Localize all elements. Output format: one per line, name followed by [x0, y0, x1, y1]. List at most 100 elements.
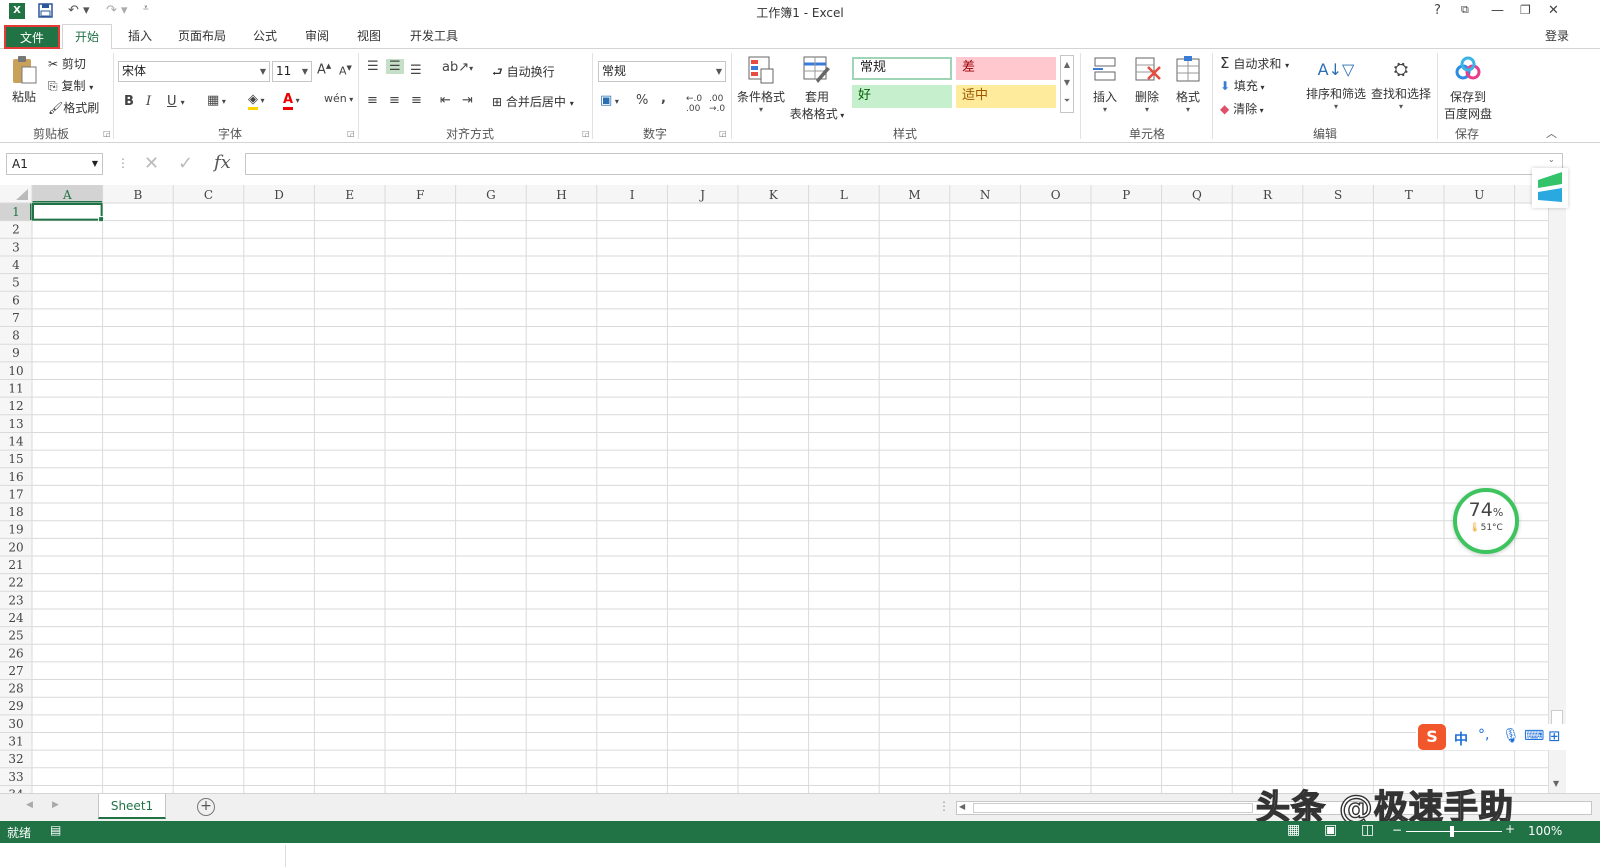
formula-input[interactable]	[245, 153, 1563, 175]
font-launcher-icon[interactable]: ◲	[347, 129, 355, 138]
row-header[interactable]: 24	[8, 611, 24, 625]
align-bottom-icon[interactable]: ☰	[410, 63, 422, 78]
column-header[interactable]: M	[908, 188, 920, 202]
row-header[interactable]: 23	[8, 593, 23, 607]
horizontal-scroll-thumb[interactable]	[973, 803, 1253, 813]
vertical-scrollbar[interactable]: ▼	[1548, 185, 1566, 793]
row-header[interactable]: 15	[8, 452, 23, 466]
column-header[interactable]: K	[769, 188, 779, 202]
font-color-icon[interactable]: A ▾	[283, 92, 300, 110]
decrease-indent-icon[interactable]: ⇤	[440, 93, 451, 108]
name-box[interactable]: A1 ▼	[6, 153, 103, 175]
align-top-icon[interactable]: ☰	[367, 59, 379, 74]
row-header[interactable]: 29	[8, 699, 23, 713]
style-good[interactable]: 好	[852, 85, 952, 108]
tab-insert[interactable]: 插入	[120, 24, 160, 49]
row-header[interactable]: 28	[8, 682, 23, 696]
row-header[interactable]: 26	[8, 646, 23, 660]
column-header[interactable]: H	[556, 188, 566, 202]
clipboard-launcher-icon[interactable]: ◲	[103, 129, 111, 138]
cancel-icon[interactable]: ✕	[144, 153, 159, 174]
row-header[interactable]: 18	[8, 505, 23, 519]
restore-button[interactable]: ❐	[1520, 3, 1531, 17]
insert-function-icon[interactable]: fx	[214, 152, 231, 173]
row-header[interactable]: 22	[8, 576, 23, 590]
column-header[interactable]: J	[698, 188, 705, 202]
normal-view-icon[interactable]: ▦	[1287, 822, 1300, 838]
alignment-launcher-icon[interactable]: ◲	[582, 129, 590, 138]
paste-button[interactable]: 粘贴	[6, 55, 42, 115]
split-handle-icon[interactable]: ⋮	[938, 799, 950, 813]
row-header[interactable]: 13	[8, 417, 23, 431]
tab-review[interactable]: 审阅	[297, 24, 337, 49]
gallery-scroll[interactable]: ▲ ▼ ⏷	[1060, 55, 1074, 113]
row-header[interactable]: 19	[8, 523, 23, 537]
row-header[interactable]: 25	[8, 629, 23, 643]
side-app-icon[interactable]	[1532, 168, 1568, 208]
borders-icon[interactable]: ▦ ▾	[207, 93, 226, 108]
column-header[interactable]: L	[840, 188, 848, 202]
wrap-text-button[interactable]: ⮐ 自动换行	[492, 63, 555, 84]
row-header[interactable]: 4	[12, 258, 20, 272]
style-normal[interactable]: 常规	[852, 57, 952, 80]
font-name-select[interactable]: 宋体 ▼	[118, 61, 270, 82]
delete-cells-button[interactable]: 删除 ▾	[1128, 55, 1166, 114]
fill-button[interactable]: ⬇ 填充 ▾	[1220, 77, 1264, 94]
prev-sheet-icon[interactable]: ◀	[26, 800, 33, 810]
bold-button[interactable]: B	[124, 94, 134, 109]
number-format-select[interactable]: 常规 ▼	[598, 61, 726, 82]
row-header[interactable]: 17	[8, 487, 23, 501]
conditional-format-button[interactable]: 条件格式 ▾	[736, 55, 786, 114]
merge-center-button[interactable]: ⊞ 合并后居中 ▾	[492, 93, 574, 110]
row-header[interactable]: 5	[12, 276, 20, 290]
row-header[interactable]: 8	[12, 329, 20, 343]
row-header[interactable]: 1	[12, 205, 20, 219]
tab-home[interactable]: 开始	[62, 24, 112, 50]
collapse-ribbon-icon[interactable]: ︿	[1546, 125, 1557, 141]
style-neutral[interactable]: 适中	[956, 85, 1056, 108]
column-header[interactable]: A	[62, 188, 72, 202]
fill-color-icon[interactable]: ◈ ▾	[248, 92, 265, 110]
minimize-button[interactable]: —	[1491, 3, 1504, 18]
orientation-icon[interactable]: ab↗▾	[442, 60, 473, 75]
microphone-icon[interactable]: 🎙	[1502, 728, 1520, 744]
shrink-font-icon[interactable]: A▼	[339, 64, 352, 78]
keyboard-icon[interactable]: ⌨	[1524, 728, 1544, 744]
column-header[interactable]: B	[133, 188, 142, 202]
column-header[interactable]: D	[274, 188, 284, 202]
save-to-baidu-button[interactable]: 保存到 百度网盘	[1440, 55, 1496, 122]
row-header[interactable]: 32	[8, 752, 23, 766]
row-header[interactable]: 20	[8, 540, 23, 554]
tab-page-layout[interactable]: 页面布局	[170, 24, 234, 49]
row-header[interactable]: 11	[8, 382, 23, 396]
macro-record-icon[interactable]: ▤	[50, 823, 61, 837]
row-header[interactable]: 27	[8, 664, 23, 678]
zoom-slider[interactable]	[1406, 831, 1502, 832]
increase-indent-icon[interactable]: ⇥	[462, 93, 473, 108]
login-link[interactable]: 登录	[1540, 24, 1574, 49]
column-header[interactable]: C	[204, 188, 213, 202]
row-header[interactable]: 9	[12, 346, 20, 360]
zoom-out-button[interactable]: −	[1392, 823, 1402, 837]
cell-grid[interactable]: A B C D E F G H I J K L M N O P Q R S T U1234567891011121314…	[0, 185, 1548, 793]
help-button[interactable]: ?	[1434, 3, 1441, 18]
column-header[interactable]: F	[416, 188, 424, 202]
tab-view[interactable]: 视图	[349, 24, 389, 49]
sort-filter-button[interactable]: A↓▽ 排序和筛选 ▾	[1304, 55, 1368, 111]
column-header[interactable]: U	[1474, 188, 1484, 202]
align-middle-icon[interactable]: ☰	[386, 59, 404, 74]
page-break-view-icon[interactable]: ◫	[1361, 822, 1374, 838]
align-right-icon[interactable]: ≡	[411, 93, 422, 108]
font-size-select[interactable]: 11 ▼	[272, 61, 312, 82]
phonetic-icon[interactable]: wén ▾	[324, 92, 353, 105]
zoom-in-button[interactable]: +	[1505, 822, 1515, 836]
new-sheet-button[interactable]: +	[197, 798, 215, 816]
row-header[interactable]: 3	[12, 240, 20, 254]
number-launcher-icon[interactable]: ◲	[719, 129, 727, 138]
column-header[interactable]: N	[980, 188, 991, 202]
accounting-format-icon[interactable]: ▣ ▾	[600, 93, 619, 108]
format-cells-button[interactable]: 格式 ▾	[1169, 55, 1207, 114]
column-header[interactable]: S	[1334, 188, 1342, 202]
align-center-icon[interactable]: ≡	[389, 93, 400, 108]
column-header[interactable]: G	[486, 188, 496, 202]
